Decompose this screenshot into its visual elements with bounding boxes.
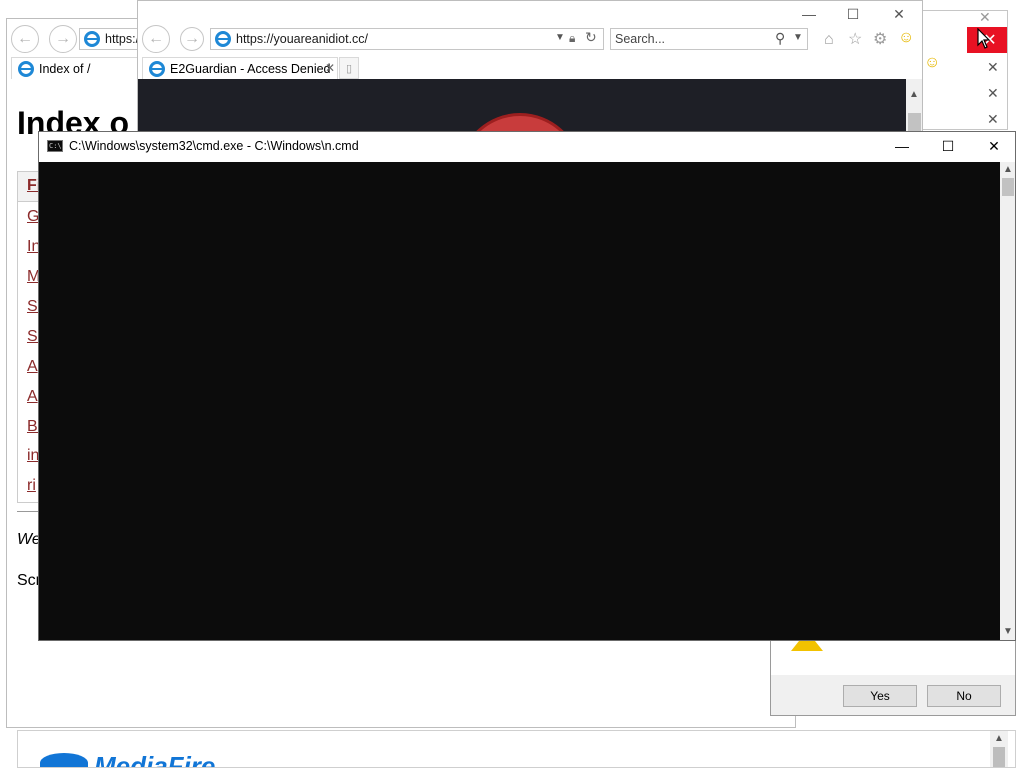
scroll-thumb[interactable] [908,113,921,133]
search-box[interactable]: Search... ⚲ ▼ [610,28,808,50]
console-scrollbar[interactable]: ▲ ▼ [1000,162,1015,640]
close-icon[interactable]: ✕ [987,111,999,128]
minimize-button[interactable]: — [891,137,913,155]
cmd-window: C:\ C:\Windows\system32\cmd.exe - C:\Win… [38,131,1016,641]
search-icon[interactable]: ⚲ [775,30,785,47]
dropdown-icon[interactable]: ▼ [555,32,565,43]
favorites-star-icon[interactable]: ☆ [848,31,862,49]
file-link[interactable]: ri [27,477,36,495]
smiley-feedback-icon[interactable]: ☺ [898,29,914,47]
new-tab-button[interactable]: ▯ [339,57,359,79]
no-button[interactable]: No [927,685,1001,707]
file-link[interactable]: A [27,358,38,376]
scroll-up-icon[interactable]: ▲ [909,89,919,100]
console-area[interactable] [39,162,1000,640]
address-bar[interactable]: https://youareanidiot.cc/ ▼ 🔒︎ ↻ [210,28,604,50]
cmd-icon: C:\ [47,140,63,152]
scrollbar[interactable]: ▲ [990,731,1008,767]
scroll-up-icon[interactable]: ▲ [994,733,1004,744]
back-button[interactable]: ← [142,25,170,53]
ie-icon [215,31,231,47]
close-icon[interactable]: ✕ [979,11,991,26]
maximize-button[interactable]: ☐ [937,137,959,155]
tab-e2guardian[interactable]: E2Guardian - Access Denied ✕ [142,57,338,79]
mouse-cursor-icon [977,28,991,49]
home-icon[interactable]: ⌂ [824,31,834,49]
mediafire-logo-icon [40,753,88,767]
forward-button[interactable]: → [49,25,77,53]
back-button[interactable]: ← [11,25,39,53]
address-text: https://youareanidiot.cc/ [236,32,369,46]
tab-label: E2Guardian - Access Denied [170,61,331,76]
scroll-thumb[interactable] [993,747,1005,767]
scroll-thumb[interactable] [1002,178,1014,196]
tab-label: Index of / [39,61,91,76]
search-dropdown-icon[interactable]: ▼ [793,32,803,43]
maximize-button[interactable]: ☐ [842,5,864,23]
close-button[interactable]: ✕ [888,5,910,23]
minimize-button[interactable]: — [798,5,820,23]
tab-close-icon[interactable]: ✕ [325,61,335,75]
window-title: C:\Windows\system32\cmd.exe - C:\Windows… [69,139,359,153]
yes-button[interactable]: Yes [843,685,917,707]
close-icon[interactable]: ✕ [987,85,999,102]
scroll-down-icon[interactable]: ▼ [1003,626,1013,637]
lock-icon: 🔒︎ [569,31,576,45]
ie-icon [18,60,34,77]
forward-button[interactable]: → [180,27,204,51]
mediafire-logo-text: MediaFire [94,751,216,768]
file-link[interactable]: A [27,388,38,406]
scroll-up-icon[interactable]: ▲ [1003,164,1013,175]
settings-gear-icon[interactable]: ⚙ [873,31,887,49]
mediafire-window: MediaFire ▲ [17,730,1016,768]
refresh-icon[interactable]: ↻ [585,29,597,46]
search-placeholder: Search... [615,32,666,46]
smiley-feedback-icon[interactable]: ☺ [924,54,940,72]
ie-window-idiot: — ☐ ✕ ← → https://youareanidiot.cc/ ▼ 🔒︎… [137,0,923,140]
ie-icon [149,60,165,77]
close-button[interactable]: ✕ [983,137,1005,155]
ie-icon [84,31,100,47]
close-icon[interactable]: ✕ [987,59,999,76]
tab-index[interactable]: Index of / [11,57,143,79]
